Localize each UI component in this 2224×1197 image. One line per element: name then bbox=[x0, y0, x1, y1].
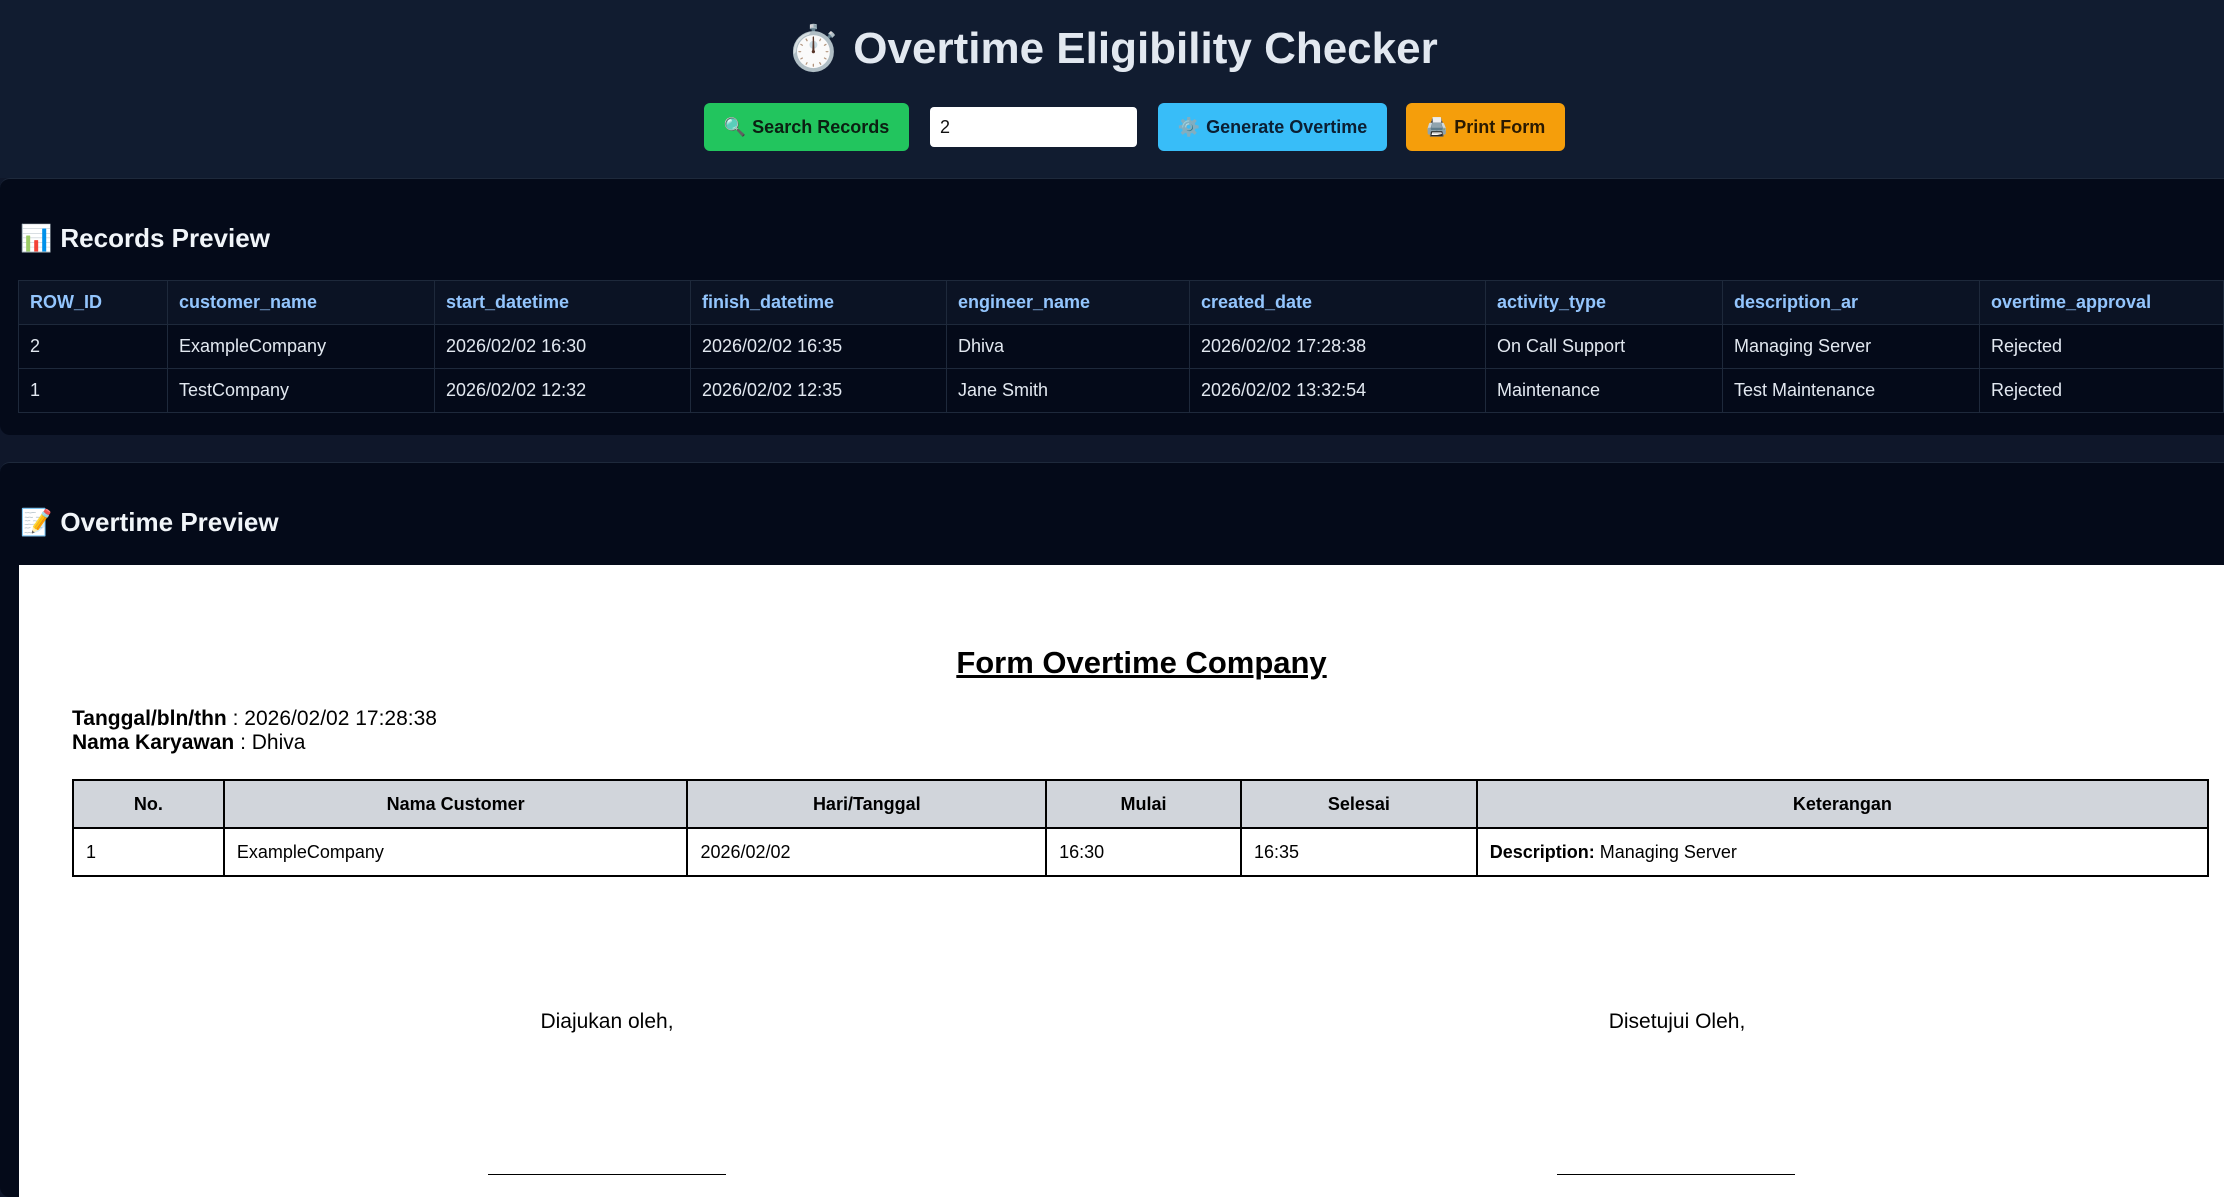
table-cell: Rejected bbox=[1979, 324, 2224, 369]
generate-overtime-label: Generate Overtime bbox=[1206, 116, 1368, 137]
print-form-label: Print Form bbox=[1454, 116, 1546, 137]
print-form-button[interactable]: 🖨️ Print Form bbox=[1406, 103, 1565, 151]
column-header: No. bbox=[72, 779, 225, 829]
table-row: 1 ExampleCompany 2026/02/02 16:30 16:35 … bbox=[72, 827, 2210, 877]
table-cell: 2026/02/02 13:32:54 bbox=[1189, 368, 1486, 413]
table-cell: Dhiva bbox=[946, 324, 1190, 369]
stopwatch-icon: ⏱️ bbox=[786, 23, 842, 74]
approved-signature-line bbox=[1557, 1174, 1795, 1175]
page-title: ⏱️ Overtime Eligibility Checker bbox=[0, 22, 2224, 74]
column-header[interactable]: finish_datetime bbox=[690, 280, 947, 325]
records-table: ROW_ID customer_name start_datetime fini… bbox=[18, 280, 2224, 413]
table-cell: Jane Smith bbox=[946, 368, 1190, 413]
search-records-button[interactable]: 🔍 Search Records bbox=[704, 103, 909, 151]
table-cell: 1 bbox=[18, 368, 168, 413]
table-cell: Description: Managing Server bbox=[1475, 827, 2210, 877]
overtime-preview-title-text: Overtime Preview bbox=[60, 507, 279, 537]
generate-overtime-button[interactable]: ⚙️ Generate Overtime bbox=[1158, 103, 1387, 151]
description-value: Managing Server bbox=[1599, 841, 1737, 862]
overtime-form-table: No. Nama Customer Hari/Tanggal Mulai Sel… bbox=[72, 779, 2210, 877]
search-icon: 🔍 bbox=[723, 116, 747, 138]
table-cell: 2026/02/02 12:32 bbox=[434, 368, 691, 413]
printer-icon: 🖨️ bbox=[1425, 116, 1449, 138]
table-cell: 16:35 bbox=[1239, 827, 1478, 877]
column-header: Selesai bbox=[1239, 779, 1478, 829]
row-id-input[interactable] bbox=[930, 107, 1137, 147]
overtime-preview-title: 📝 Overtime Preview bbox=[20, 507, 279, 538]
column-header: Keterangan bbox=[1475, 779, 2210, 829]
table-cell: ExampleCompany bbox=[222, 827, 689, 877]
table-cell: Maintenance bbox=[1485, 368, 1723, 413]
column-header[interactable]: customer_name bbox=[167, 280, 435, 325]
search-records-label: Search Records bbox=[752, 116, 890, 137]
form-date-line: Tanggal/bln/thn : 2026/02/02 17:28:38 bbox=[72, 707, 437, 731]
table-cell: TestCompany bbox=[167, 368, 435, 413]
form-date-label: Tanggal/bln/thn bbox=[72, 707, 227, 730]
table-cell: 2026/02/02 16:30 bbox=[434, 324, 691, 369]
records-preview-title-text: Records Preview bbox=[60, 223, 270, 253]
column-header[interactable]: created_date bbox=[1189, 280, 1486, 325]
submitted-by-label: Diajukan oleh, bbox=[540, 1010, 674, 1033]
description-label: Description: bbox=[1489, 841, 1595, 862]
table-row[interactable]: 1 TestCompany 2026/02/02 12:32 2026/02/0… bbox=[18, 368, 2224, 413]
gear-icon: ⚙️ bbox=[1177, 116, 1201, 138]
page-title-text: Overtime Eligibility Checker bbox=[853, 24, 1438, 73]
column-header[interactable]: overtime_approval bbox=[1979, 280, 2224, 325]
table-cell: Managing Server bbox=[1722, 324, 1980, 369]
approved-by-label: Disetujui Oleh, bbox=[1608, 1010, 1746, 1033]
table-cell: ExampleCompany bbox=[167, 324, 435, 369]
table-cell: 2026/02/02 bbox=[686, 827, 1048, 877]
column-header[interactable]: description_ar bbox=[1722, 280, 1980, 325]
form-date-value: : 2026/02/02 17:28:38 bbox=[232, 707, 437, 730]
form-employee-value: : Dhiva bbox=[240, 731, 306, 754]
column-header[interactable]: activity_type bbox=[1485, 280, 1723, 325]
column-header: Hari/Tanggal bbox=[686, 779, 1048, 829]
table-cell: On Call Support bbox=[1485, 324, 1723, 369]
table-cell: 2026/02/02 17:28:38 bbox=[1189, 324, 1486, 369]
table-cell: 2026/02/02 12:35 bbox=[690, 368, 947, 413]
form-employee-line: Nama Karyawan : Dhiva bbox=[72, 731, 305, 755]
table-row[interactable]: 2 ExampleCompany 2026/02/02 16:30 2026/0… bbox=[18, 324, 2224, 369]
form-header-row: No. Nama Customer Hari/Tanggal Mulai Sel… bbox=[72, 779, 2210, 829]
table-cell: Test Maintenance bbox=[1722, 368, 1980, 413]
form-employee-label: Nama Karyawan bbox=[72, 731, 235, 754]
form-title: Form Overtime Company bbox=[956, 645, 1327, 680]
column-header[interactable]: engineer_name bbox=[946, 280, 1190, 325]
records-header-row: ROW_ID customer_name start_datetime fini… bbox=[18, 280, 2224, 325]
column-header[interactable]: start_datetime bbox=[434, 280, 691, 325]
table-cell: 16:30 bbox=[1045, 827, 1242, 877]
app-header: ⏱️ Overtime Eligibility Checker 🔍 Search… bbox=[0, 0, 2224, 178]
submitted-signature-line bbox=[488, 1174, 726, 1175]
overtime-form-sheet: Form Overtime Company Tanggal/bln/thn : … bbox=[19, 565, 2224, 1197]
overtime-preview-panel: 📝 Overtime Preview Form Overtime Company… bbox=[0, 462, 2224, 1197]
column-header: Mulai bbox=[1045, 779, 1242, 829]
column-header: Nama Customer bbox=[222, 779, 689, 829]
table-cell: 1 bbox=[72, 827, 225, 877]
table-cell: 2026/02/02 16:35 bbox=[690, 324, 947, 369]
records-preview-title: 📊 Records Preview bbox=[20, 223, 270, 254]
table-cell: Rejected bbox=[1979, 368, 2224, 413]
records-preview-panel: 📊 Records Preview ROW_ID customer_name s… bbox=[0, 178, 2224, 435]
bar-chart-icon: 📊 bbox=[20, 223, 53, 254]
table-cell: 2 bbox=[18, 324, 168, 369]
column-header[interactable]: ROW_ID bbox=[18, 280, 168, 325]
memo-icon: 📝 bbox=[20, 507, 53, 538]
